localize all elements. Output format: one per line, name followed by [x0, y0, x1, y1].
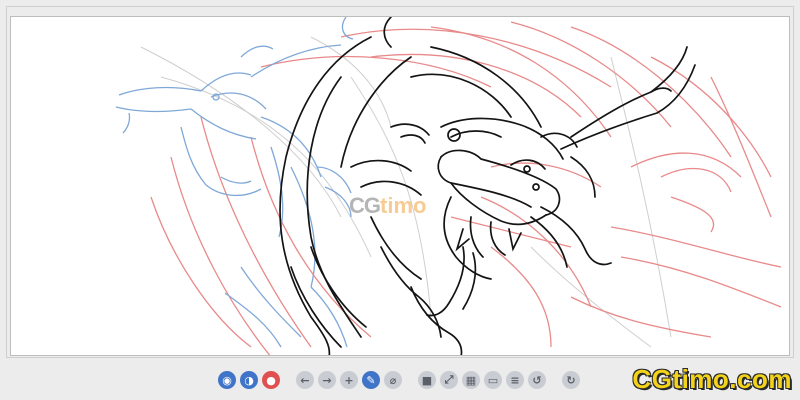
- grid-icon[interactable]: ▦: [462, 371, 480, 389]
- eraser-icon[interactable]: ⌀: [384, 371, 402, 389]
- faint-sketch-layer: [140, 36, 672, 348]
- redo-arrow-icon[interactable]: →: [318, 371, 336, 389]
- dragon-sketch: [115, 17, 782, 355]
- drawing-canvas[interactable]: CG timo: [10, 16, 790, 356]
- blue-sketch-layer: [115, 17, 354, 348]
- watermark-brand: CG: [349, 193, 381, 218]
- image-icon[interactable]: ▭: [484, 371, 502, 389]
- layer-blue-icon[interactable]: ◉: [218, 371, 236, 389]
- pencil-icon[interactable]: ✎: [362, 371, 380, 389]
- rotate-right-icon[interactable]: ↻: [562, 371, 580, 389]
- add-icon[interactable]: +: [340, 371, 358, 389]
- stop-icon[interactable]: ■: [418, 371, 436, 389]
- fit-view-icon[interactable]: ⤢: [440, 371, 458, 389]
- site-logo: CGtimo.com: [632, 364, 792, 394]
- brush-red-icon[interactable]: ●: [262, 371, 280, 389]
- undo-arrow-icon[interactable]: ←: [296, 371, 314, 389]
- visibility-blue-icon[interactable]: ◑: [240, 371, 258, 389]
- ink-layer: [279, 17, 696, 355]
- red-sketch-layer: [150, 21, 782, 355]
- bottom-toolbar: ◉ ◑ ● ← → + ✎ ⌀ ■ ⤢ ▦ ▭ ≡ ↺ ↻: [218, 367, 584, 393]
- rotate-left-icon[interactable]: ↺: [528, 371, 546, 389]
- center-watermark: CG timo: [349, 193, 426, 219]
- watermark-brand-rest: timo: [380, 193, 427, 218]
- layers-icon[interactable]: ≡: [506, 371, 524, 389]
